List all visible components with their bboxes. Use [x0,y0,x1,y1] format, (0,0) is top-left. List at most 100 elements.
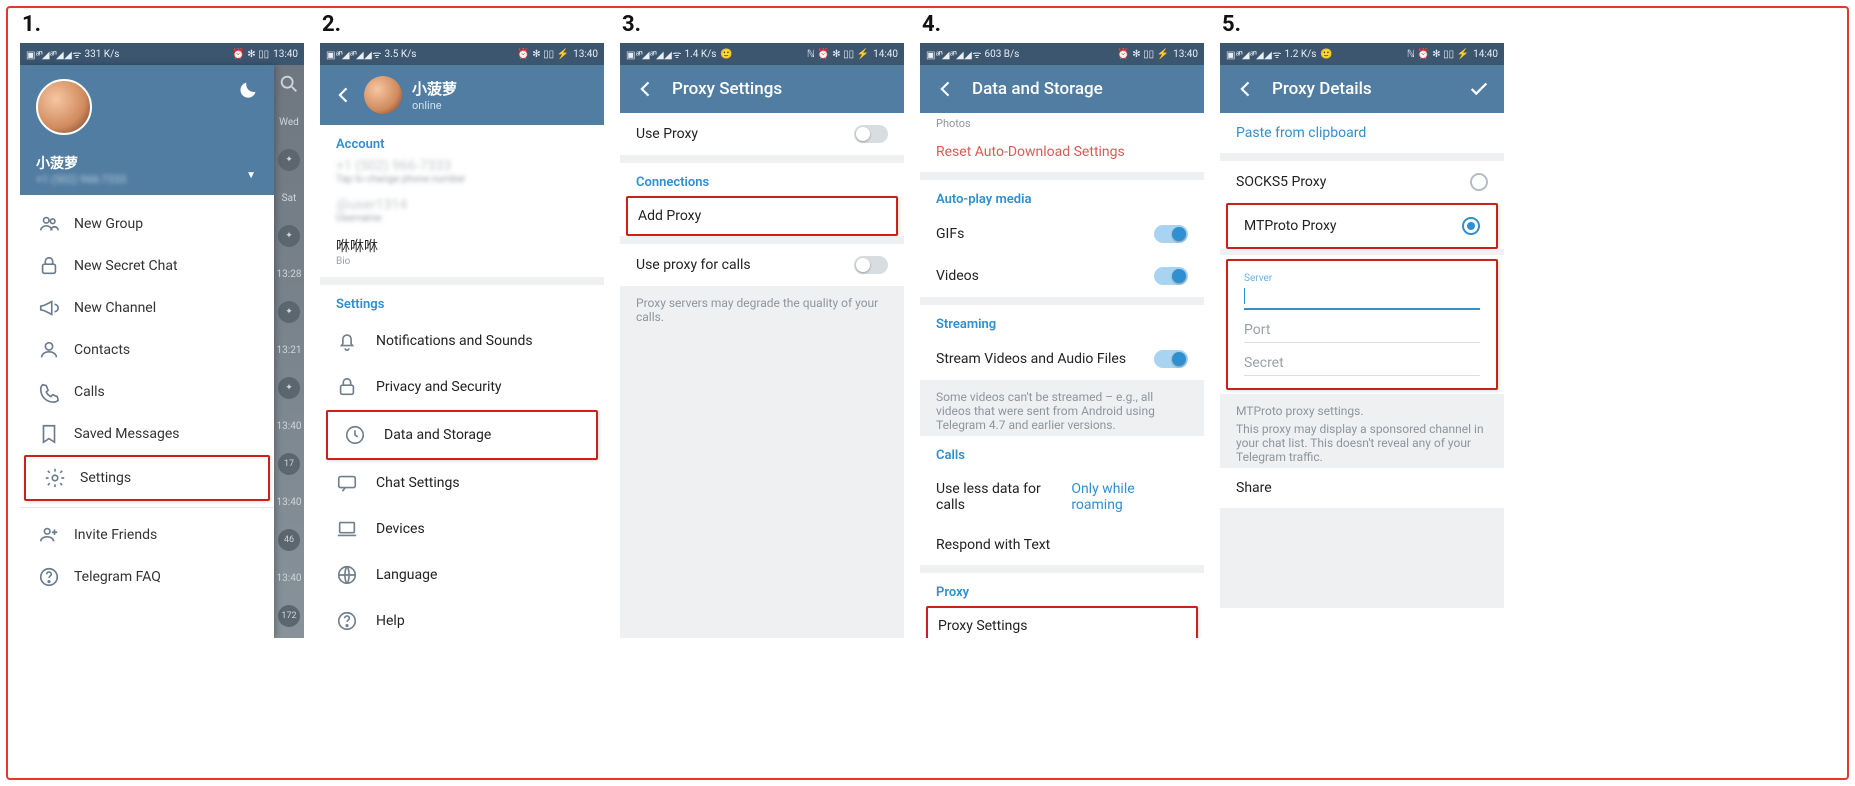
add-proxy-row[interactable]: Add Proxy [626,196,898,236]
gifs-row[interactable]: GIFs [920,213,1204,255]
drawer-item-invite-friends[interactable]: Invite Friends [20,514,274,556]
drawer-item-label: New Channel [74,300,156,316]
port-input[interactable]: Port [1244,318,1480,343]
username-value[interactable]: @user1314 [336,197,588,213]
settings-row-language[interactable]: Language [320,552,604,598]
use-proxy-toggle[interactable] [854,125,888,143]
stream-row[interactable]: Stream Videos and Audio Files [920,338,1204,380]
back-icon[interactable] [934,77,958,101]
proxy-header: Proxy [920,573,1204,606]
drawer-menu: New Group New Secret Chat New Channel Co… [20,195,274,606]
bookmark-icon [38,423,60,445]
stream-label: Stream Videos and Audio Files [936,351,1126,367]
avatar[interactable] [36,79,92,135]
server-input[interactable] [1244,284,1480,310]
status-bar: ▣ ᵃⁿ◢ ᵃⁿ◢ ◢ ᯤ 1.2 K/s 🙂 ℕ ⏰ ✻ ▯▯ ⚡14:40 [1220,43,1504,65]
back-icon[interactable] [1234,77,1258,101]
add-proxy-label: Add Proxy [638,208,701,224]
mtproto-hint-body: This proxy may display a sponsored chann… [1236,422,1488,464]
use-proxy-row[interactable]: Use Proxy [620,113,904,155]
drawer-item-new-channel[interactable]: New Channel [20,287,274,329]
laptop-icon [336,518,358,540]
back-icon[interactable] [634,77,658,101]
use-less-data-row[interactable]: Use less data for calls Only while roami… [920,469,1204,525]
help-icon [38,566,60,588]
proxy-settings-row[interactable]: Proxy Settings [926,606,1198,638]
screen-4-data-storage: ▣ ᵃⁿ◢ ᵃⁿ◢ ◢ ᯤ 603 B/s ⏰ ✻ ▯▯ ⚡13:40 Data… [920,43,1204,638]
back-icon[interactable] [334,85,354,105]
drawer-phone: +1 (502) 966-7333 [36,173,258,186]
settings-row-devices[interactable]: Devices [320,506,604,552]
app-header: Proxy Settings [620,65,904,113]
chevron-down-icon[interactable]: ▼ [246,170,256,181]
settings-row-data-storage[interactable]: Data and Storage [326,410,598,460]
use-proxy-calls-toggle[interactable] [854,256,888,274]
avatar[interactable] [364,76,402,114]
phone-number-value[interactable]: +1 (502) 966-7333 [336,158,588,174]
mtproto-hint-title: MTProto proxy settings. [1236,404,1488,418]
mtproto-row[interactable]: MTProto Proxy [1226,203,1498,249]
settings-row-notifications[interactable]: Notifications and Sounds [320,318,604,364]
share-row[interactable]: Share [1220,468,1504,508]
streaming-header: Streaming [920,305,1204,338]
profile-header: 小菠萝 online [320,65,604,125]
respond-text-label: Respond with Text [936,537,1050,553]
videos-row[interactable]: Videos [920,255,1204,297]
paste-clipboard-row[interactable]: Paste from clipboard [1220,113,1504,153]
socks5-row[interactable]: SOCKS5 Proxy [1220,161,1504,203]
night-mode-icon[interactable] [238,81,258,101]
account-section-header: Account [320,125,604,158]
app-header: Data and Storage [920,65,1204,113]
settings-row-label: Language [376,567,437,583]
separator [920,297,1204,305]
use-proxy-calls-row[interactable]: Use proxy for calls [620,244,904,286]
separator [620,236,904,244]
settings-row-label: Devices [376,521,425,537]
settings-row-label: Privacy and Security [376,379,502,395]
pin-icon: ✦ [278,225,300,247]
respond-text-row[interactable]: Respond with Text [920,525,1204,565]
data-icon [344,424,366,446]
search-icon[interactable] [278,73,300,95]
check-icon[interactable] [1468,78,1490,100]
mtproto-radio[interactable] [1462,217,1480,235]
phone-number-label: Tap to change phone number [336,174,588,185]
proxy-settings-label: Proxy Settings [938,618,1027,634]
page-title: Proxy Details [1272,79,1468,99]
settings-row-label: Data and Storage [384,427,491,443]
status-bar: ▣ ᵃⁿ◢ ᵃⁿ◢ ◢ ᯤ 331 K/s ⏰ ✻ ▯▯13:40 [20,43,304,65]
separator [1220,249,1504,255]
separator [320,277,604,285]
drawer-item-new-group[interactable]: New Group [20,203,274,245]
videos-toggle[interactable] [1154,267,1188,285]
settings-row-help[interactable]: Help [320,598,604,638]
drawer-item-saved-messages[interactable]: Saved Messages [20,413,274,455]
drawer-item-faq[interactable]: Telegram FAQ [20,556,274,598]
settings-row-privacy[interactable]: Privacy and Security [320,364,604,410]
status-bar: ▣ ᵃⁿ◢ ᵃⁿ◢ ◢ ᯤ 1.4 K/s 🙂 ℕ ⏰ ✻ ▯▯ ⚡14:40 [620,43,904,65]
photos-row-fragment[interactable]: Photos [920,113,1204,132]
stream-toggle[interactable] [1154,350,1188,368]
status-bar: ▣ ᵃⁿ◢ ᵃⁿ◢ ◢ ᯤ 603 B/s ⏰ ✻ ▯▯ ⚡13:40 [920,43,1204,65]
drawer-item-contacts[interactable]: Contacts [20,329,274,371]
profile-status: online [412,99,570,112]
gifs-toggle[interactable] [1154,225,1188,243]
connections-header: Connections [620,163,904,196]
drawer-item-calls[interactable]: Calls [20,371,274,413]
drawer-item-settings[interactable]: Settings [24,455,270,501]
secret-input[interactable]: Secret [1244,351,1480,376]
paste-clipboard-label: Paste from clipboard [1236,125,1366,141]
lock-icon [336,376,358,398]
step-3-label: 3. [622,12,904,37]
stream-hint: Some videos can't be streamed – e.g., al… [920,380,1204,436]
reset-auto-download-row[interactable]: Reset Auto-Download Settings [920,132,1204,172]
pin-icon: ✦ [278,377,300,399]
username-label: Username [336,213,588,224]
settings-row-chat[interactable]: Chat Settings [320,460,604,506]
use-proxy-label: Use Proxy [636,126,698,142]
drawer-item-new-secret-chat[interactable]: New Secret Chat [20,245,274,287]
videos-label: Videos [936,268,979,284]
bell-icon [336,330,358,352]
socks5-radio[interactable] [1470,173,1488,191]
bio-value[interactable]: 咻咻咻 [336,236,588,256]
